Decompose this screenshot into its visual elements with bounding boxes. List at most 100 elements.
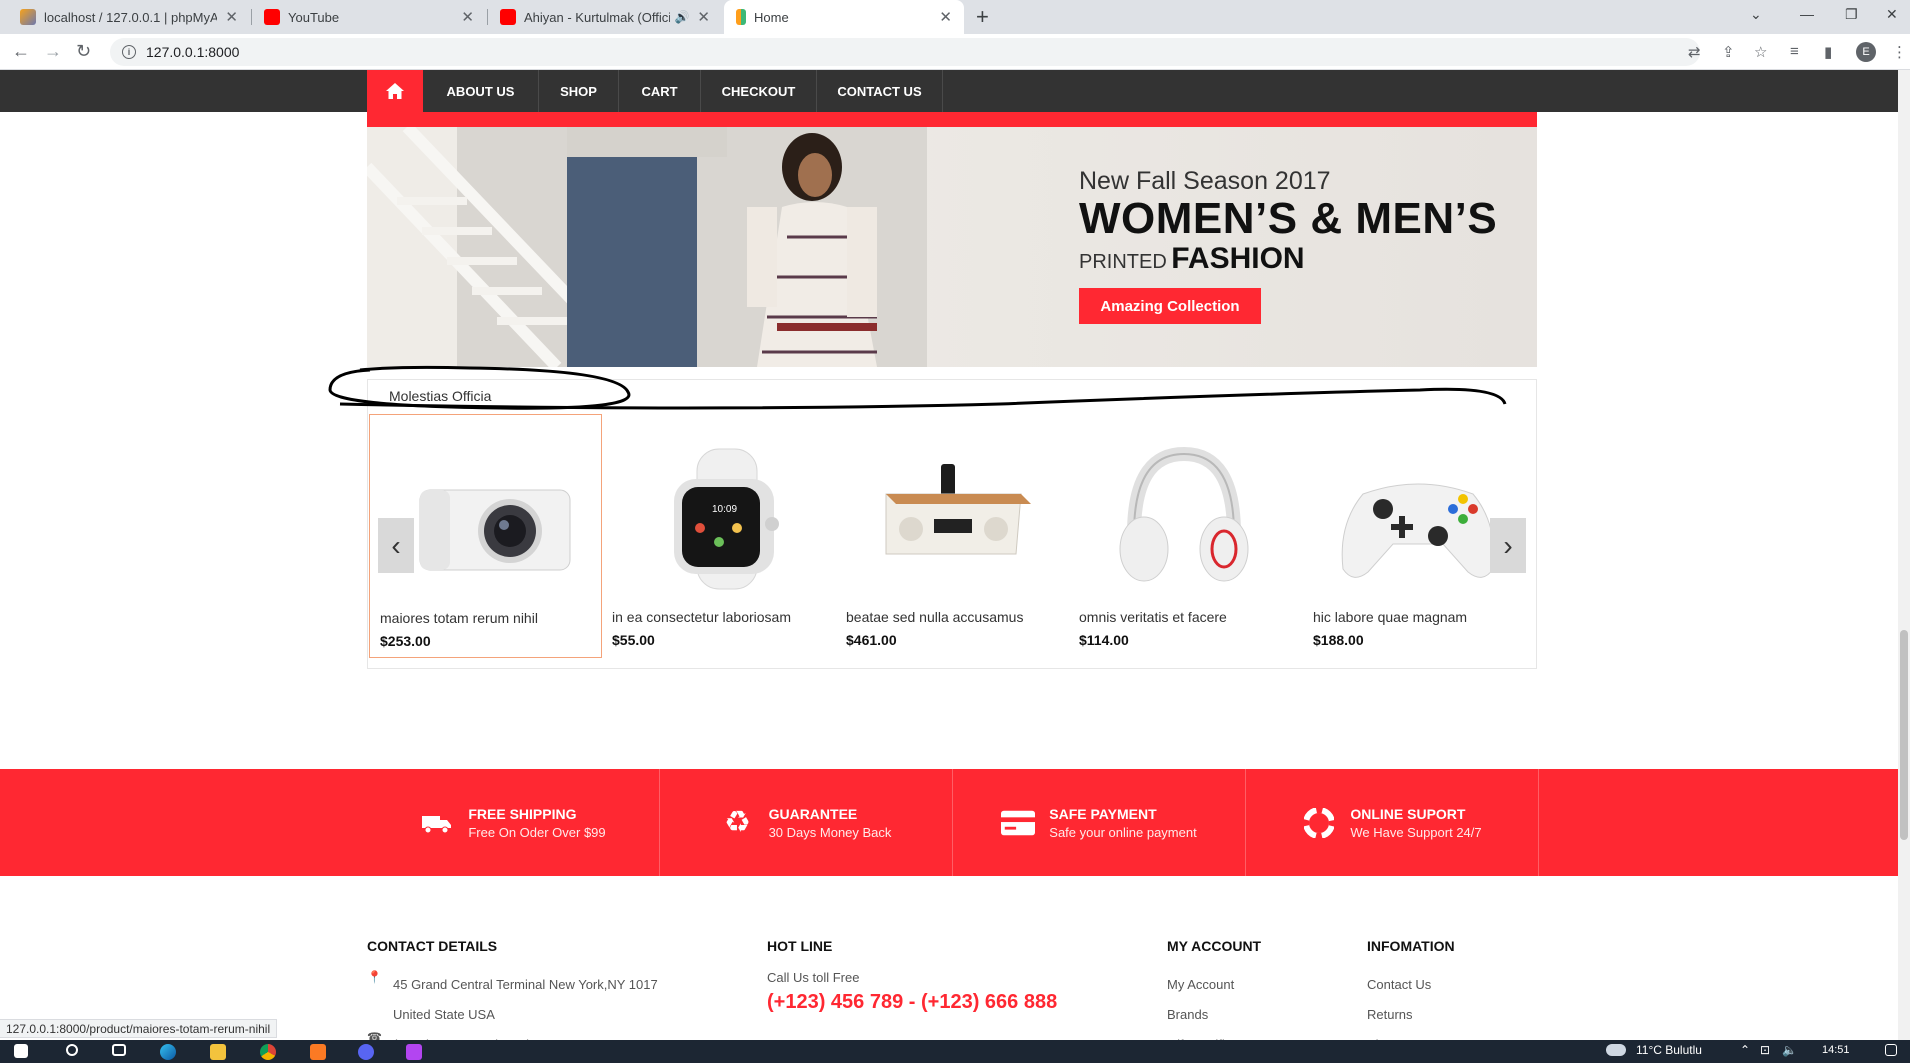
translate-icon[interactable]: ⇄ <box>1688 43 1701 61</box>
search-icon[interactable] <box>66 1044 78 1056</box>
reading-list-icon[interactable]: ≡ <box>1790 43 1799 60</box>
chrome-icon[interactable] <box>260 1044 276 1060</box>
truck-icon <box>420 806 454 840</box>
tab-music-video[interactable]: Ahiyan - Kurtulmak (Official Video) 🔊 ✕ <box>488 0 722 34</box>
nav-cart[interactable]: CART <box>619 70 701 112</box>
product-name[interactable]: hic labore quae magnam <box>1313 609 1467 625</box>
product-price: $253.00 <box>380 633 431 649</box>
recycle-icon: ♻ <box>724 806 752 839</box>
page-scrollbar[interactable] <box>1898 70 1910 1040</box>
nav-about-us[interactable]: ABOUT US <box>423 70 539 112</box>
back-icon[interactable]: ← <box>12 41 30 62</box>
tray-chevron-icon[interactable]: ⌃ <box>1740 1043 1750 1057</box>
windows-start-icon[interactable] <box>14 1044 28 1058</box>
banner-fashion: FASHION <box>1171 242 1305 275</box>
footer-link-my-account[interactable]: My Account <box>1167 970 1261 1000</box>
home-button[interactable] <box>367 70 423 112</box>
close-tab-icon[interactable]: ✕ <box>225 8 238 26</box>
task-view-icon[interactable] <box>112 1044 126 1056</box>
nav-shop[interactable]: SHOP <box>539 70 619 112</box>
menu-icon[interactable]: ⋮ <box>1892 43 1907 61</box>
close-tab-icon[interactable]: ✕ <box>697 8 710 26</box>
tab-phpmyadmin[interactable]: localhost / 127.0.0.1 | phpMyAdmin ✕ <box>8 0 250 34</box>
footer-hotline: HOT LINE Call Us toll Free (+123) 456 78… <box>767 938 1058 1014</box>
banner-printed: PRINTED <box>1079 251 1167 273</box>
banner-text: New Fall Season 2017 WOMEN’S & MEN’S PRI… <box>1079 167 1497 276</box>
service-safe-payment: SAFE PAYMENT Safe your online payment <box>953 769 1246 876</box>
product-card[interactable]: 10:09 in ea consectetur laboriosam $55.0… <box>602 414 835 658</box>
forward-icon[interactable]: → <box>44 41 62 62</box>
address-bar[interactable]: i 127.0.0.1:8000 <box>110 38 1700 66</box>
footer-link-returns[interactable]: Returns <box>1367 1000 1455 1030</box>
product-name[interactable]: beatae sed nulla accusamus <box>846 609 1023 625</box>
phpmyadmin-icon <box>20 9 36 25</box>
footer-my-account: MY ACCOUNT My Account Brands Gift Certif… <box>1167 938 1261 1040</box>
tab-search-icon[interactable]: ⌄ <box>1750 6 1762 23</box>
category-title[interactable]: Molestias Officia <box>389 388 491 404</box>
discord-icon[interactable] <box>358 1044 374 1060</box>
file-explorer-icon[interactable] <box>210 1044 226 1060</box>
minimize-icon[interactable]: — <box>1800 6 1814 22</box>
side-panel-icon[interactable]: ▮ <box>1824 43 1832 61</box>
scrollbar-thumb[interactable] <box>1900 630 1908 840</box>
cloud-weather-icon <box>1606 1044 1626 1056</box>
service-free-shipping: FREE SHIPPING Free On Oder Over $99 <box>367 769 660 876</box>
network-icon[interactable]: ⊡ <box>1760 1043 1770 1057</box>
tab-strip: localhost / 127.0.0.1 | phpMyAdmin ✕ You… <box>0 0 1910 34</box>
product-price: $55.00 <box>612 632 655 648</box>
windows-taskbar: 11°C Bulutlu ⌃ ⊡ 🔈 14:51 <box>0 1040 1910 1063</box>
share-icon[interactable]: ⇪ <box>1722 43 1735 61</box>
footer-link-brands[interactable]: Brands <box>1167 1000 1261 1030</box>
product-category-box: Molestias Officia maiores totam rerum ni… <box>367 379 1537 669</box>
footer-link-contact-us[interactable]: Contact Us <box>1367 970 1455 1000</box>
product-name[interactable]: in ea consectetur laboriosam <box>612 609 791 625</box>
footer-link-site-map[interactable]: Site Map <box>1367 1030 1455 1040</box>
xampp-icon[interactable] <box>310 1044 326 1060</box>
phpstorm-icon[interactable] <box>406 1044 422 1060</box>
speaker-icon[interactable]: 🔊 <box>674 10 689 24</box>
nav-contact-us[interactable]: CONTACT US <box>817 70 943 112</box>
close-tab-icon[interactable]: ✕ <box>461 8 474 26</box>
product-name[interactable]: maiores totam rerum nihil <box>380 610 538 626</box>
footer-link-gift-certificates[interactable]: Gift Certificates <box>1167 1030 1261 1040</box>
close-tab-icon[interactable]: ✕ <box>939 8 952 26</box>
product-price: $461.00 <box>846 632 897 648</box>
volume-icon[interactable]: 🔈 <box>1782 1043 1797 1057</box>
amazing-collection-button[interactable]: Amazing Collection <box>1079 288 1261 324</box>
home-icon <box>386 83 404 99</box>
clock[interactable]: 14:51 <box>1822 1044 1850 1056</box>
banner-headline: WOMEN’S & MEN’S <box>1079 194 1498 243</box>
notifications-icon[interactable] <box>1885 1044 1897 1056</box>
credit-card-icon <box>1001 806 1036 840</box>
bookmark-star-icon[interactable]: ☆ <box>1754 43 1767 61</box>
edge-icon[interactable] <box>160 1044 176 1060</box>
reload-icon[interactable]: ↻ <box>76 41 91 62</box>
category-header-bar <box>367 112 1537 127</box>
product-name[interactable]: omnis veritatis et facere <box>1079 609 1227 625</box>
tab-youtube[interactable]: YouTube ✕ <box>252 0 486 34</box>
product-price: $188.00 <box>1313 632 1364 648</box>
browser-toolbar: ← → ↻ i 127.0.0.1:8000 ⇄ ⇪ ☆ ≡ ▮ ⋮ <box>0 34 1910 70</box>
weather-text[interactable]: 11°C Bulutlu <box>1636 1043 1702 1057</box>
youtube-icon <box>500 9 516 25</box>
profile-avatar[interactable]: E <box>1856 42 1876 62</box>
new-tab-button[interactable]: + <box>976 4 989 30</box>
service-online-support: ONLINE SUPORT We Have Support 24/7 <box>1246 769 1539 876</box>
hero-banner[interactable]: New Fall Season 2017 WOMEN’S & MEN’S PRI… <box>367 127 1537 367</box>
chevron-left-icon: ‹ <box>391 529 401 561</box>
product-card[interactable]: omnis veritatis et facere $114.00 <box>1069 414 1302 658</box>
nav-checkout[interactable]: CHECKOUT <box>701 70 817 112</box>
lifebuoy-icon <box>1302 806 1336 840</box>
footer-contact-details: CONTACT DETAILS 📍 45 Grand Central Termi… <box>367 938 658 1040</box>
carousel-next-button[interactable]: › <box>1490 518 1526 573</box>
product-card[interactable]: beatae sed nulla accusamus $461.00 <box>836 414 1069 658</box>
tab-home[interactable]: Home ✕ <box>724 0 964 34</box>
window-close-icon[interactable]: ✕ <box>1886 6 1898 23</box>
restore-icon[interactable]: ❐ <box>1845 6 1858 23</box>
hotline-number[interactable]: (+123) 456 789 - (+123) 666 888 <box>767 991 1057 1014</box>
gamepad-icon <box>1341 483 1495 578</box>
carousel-prev-button[interactable]: ‹ <box>378 518 414 573</box>
site-info-icon[interactable]: i <box>122 45 136 59</box>
site-icon <box>736 9 746 25</box>
services-band: FREE SHIPPING Free On Oder Over $99 ♻ GUA… <box>0 769 1898 876</box>
